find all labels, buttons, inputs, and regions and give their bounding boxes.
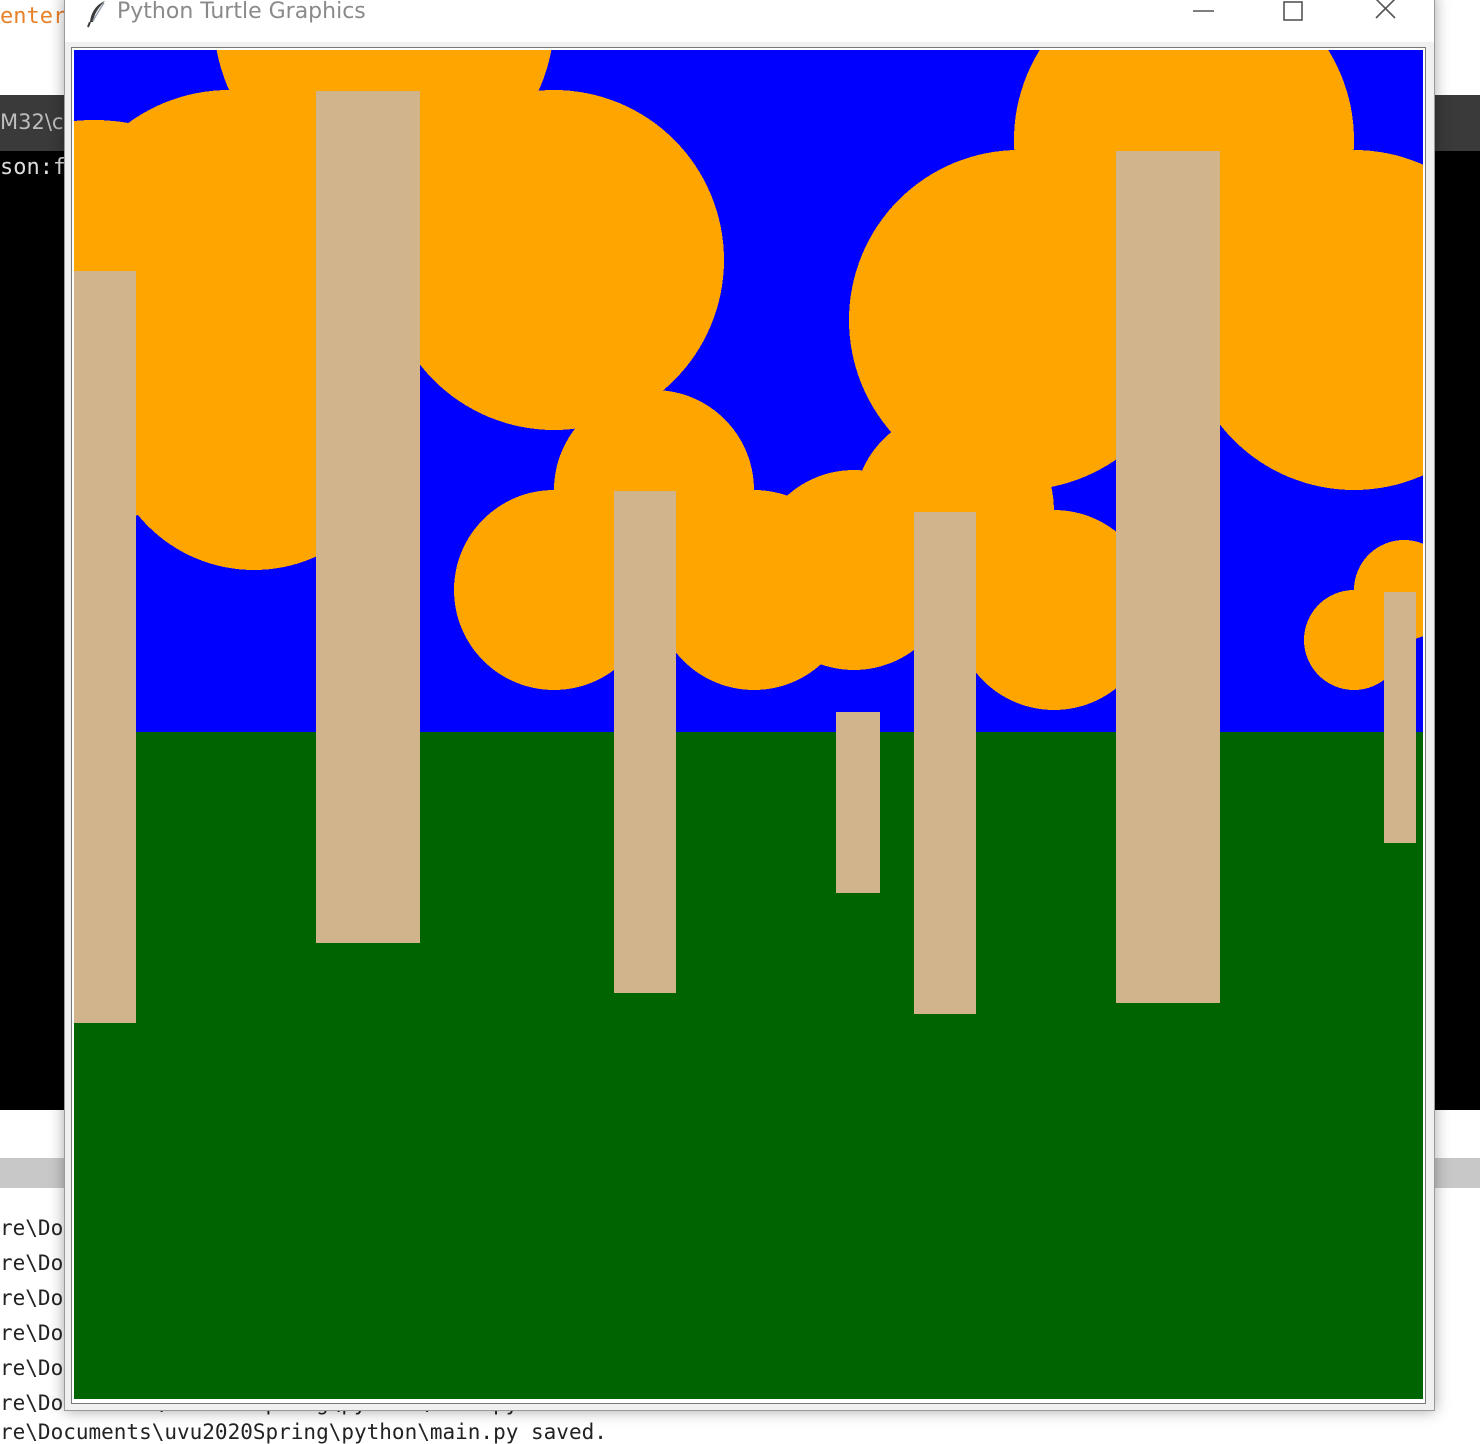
window-titlebar[interactable]: Python Turtle Graphics [65, 0, 1434, 42]
foliage-circle [384, 90, 724, 430]
editor-code-text: enter [0, 4, 67, 29]
tree-trunk [316, 91, 420, 943]
window-title: Python Turtle Graphics [117, 0, 366, 24]
grass [74, 732, 1423, 1399]
tree-trunk [836, 712, 880, 893]
feather-icon [87, 1, 105, 28]
terminal-title: M32\cr [0, 110, 73, 134]
turtle-graphics-window[interactable]: Python Turtle Graphics [64, 0, 1435, 1411]
tree-trunk [914, 512, 976, 1014]
maximize-button[interactable] [1270, 0, 1316, 27]
minimize-button[interactable] [1180, 0, 1226, 27]
tree-trunk [1384, 592, 1416, 843]
tree-trunk [614, 491, 676, 993]
tree-trunk [1116, 151, 1220, 1003]
close-icon [1375, 0, 1396, 19]
maximize-icon [1283, 1, 1303, 21]
console-line: re\Documents\uvu2020Spring\python\main.p… [0, 1420, 607, 1444]
turtle-canvas[interactable] [74, 50, 1423, 1399]
minimize-icon [1193, 10, 1214, 12]
tree-trunk [74, 271, 136, 1023]
close-button[interactable] [1362, 0, 1408, 27]
terminal-output-line: son:f [0, 155, 67, 180]
turtle-canvas-frame [71, 47, 1426, 1404]
